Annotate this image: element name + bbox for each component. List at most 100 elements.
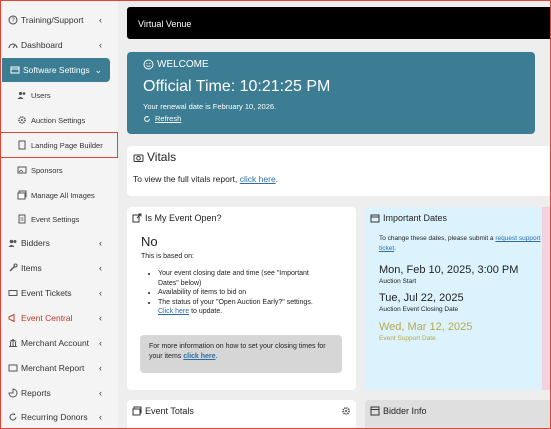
sidebar-item-label: Merchant Account	[21, 338, 90, 348]
bidder-info-title-text: Bidder Info	[383, 406, 427, 416]
sidebar-item-label: Recurring Donors	[21, 412, 88, 422]
vitals-panel: Vitals To view the full vitals report, c…	[127, 146, 551, 196]
sidebar-item-label: Software Settings	[23, 65, 90, 75]
users-icon	[17, 90, 27, 100]
sidebar-subitem-auction-settings[interactable]: Auction Settings	[0, 108, 118, 132]
report-icon	[7, 363, 18, 374]
chevron-left-icon: ‹	[99, 412, 102, 422]
chart-icon	[7, 388, 18, 399]
sidebar-subitem-sponsors[interactable]: Sponsors	[0, 158, 118, 182]
auction-start-label: Auction Start	[379, 278, 417, 285]
sidebar-subitem-label: Manage All Images	[31, 190, 95, 200]
sidebar-item-label: Bidders	[21, 238, 50, 248]
sidebar-item-label: Training/Support	[21, 15, 84, 25]
chevron-left-icon: ‹	[99, 363, 102, 373]
event-open-title-text: Is My Event Open?	[145, 213, 222, 223]
chevron-left-icon: ‹	[99, 263, 102, 273]
vitals-title: Vitals	[133, 150, 176, 164]
dashboard-icon	[7, 40, 18, 51]
top-bar-title: Virtual Venue	[138, 19, 192, 29]
sidebar-subitem-event-settings[interactable]: Event Settings	[0, 207, 118, 231]
sidebar-subitem-label: Sponsors	[31, 165, 63, 175]
sidebar-subitem-users[interactable]: Users	[0, 83, 118, 107]
event-totals-title-text: Event Totals	[145, 406, 194, 416]
wrench-icon	[7, 263, 18, 274]
auction-start-date: Mon, Feb 10, 2025, 3:00 PM	[379, 264, 519, 276]
smile-icon	[143, 59, 154, 70]
important-dates-title: Important Dates	[370, 213, 447, 223]
important-dates-title-text: Important Dates	[383, 213, 448, 223]
closing-date: Tue, Jul 22, 2025	[379, 292, 464, 304]
list-item-text: The status of your "Open Auction Early?"…	[158, 298, 313, 306]
chevron-left-icon: ‹	[99, 238, 102, 248]
ticket-icon	[7, 288, 18, 299]
highlight-box	[0, 132, 118, 158]
sidebar-item-recurring-donors[interactable]: Recurring Donors ‹	[0, 405, 118, 429]
vitals-text-body: To view the full vitals report,	[133, 174, 238, 184]
bidder-info-title: Bidder Info	[370, 406, 427, 416]
bidder-info-card: Bidder Info	[365, 400, 551, 429]
refresh-link-text[interactable]: Refresh	[155, 114, 181, 123]
chevron-left-icon: ‹	[99, 338, 102, 348]
megaphone-icon	[7, 313, 18, 324]
sidebar: ? Training/Support ‹ Dashboard ‹ Softwar…	[0, 0, 118, 429]
sidebar-item-items[interactable]: Items ‹	[0, 256, 118, 280]
event-totals-card: Event Totals	[127, 400, 356, 429]
chevron-left-icon: ‹	[99, 288, 102, 298]
refresh-icon	[143, 115, 151, 123]
sidebar-item-reports[interactable]: Reports ‹	[0, 381, 118, 405]
vitals-text-end: .	[275, 174, 279, 184]
welcome-title: WELCOME	[143, 59, 209, 70]
question-circle-icon: ?	[7, 15, 18, 26]
important-dates-card: Important Dates To change these dates, p…	[365, 207, 551, 390]
stack-icon	[132, 406, 142, 416]
sidebar-item-label: Event Tickets	[21, 288, 72, 298]
update-settings-link[interactable]: Click here	[158, 308, 189, 315]
important-dates-desc: To change these dates, please submit a r…	[379, 234, 551, 254]
sidebar-subitem-manage-all-images[interactable]: Manage All Images	[0, 183, 118, 207]
info-text-end: .	[215, 353, 218, 360]
vitals-report-link[interactable]: click here	[240, 174, 276, 184]
sidebar-item-merchant-report[interactable]: Merchant Report ‹	[0, 356, 118, 380]
chevron-down-icon: ⌄	[94, 65, 102, 75]
event-settings-icon	[17, 214, 27, 224]
event-open-based: This is based on:	[141, 253, 194, 260]
sidebar-item-label: Merchant Report	[21, 363, 85, 373]
people-icon	[7, 238, 18, 249]
refresh-icon	[7, 412, 18, 423]
sidebar-item-dashboard[interactable]: Dashboard ‹	[0, 33, 118, 57]
sidebar-item-label: Reports	[21, 388, 51, 398]
info-text: For more information on how to set your …	[149, 343, 326, 360]
top-bar: Virtual Venue	[127, 7, 551, 39]
info-box-icon	[370, 406, 380, 416]
chevron-left-icon: ‹	[99, 388, 102, 398]
settings-icon	[9, 65, 20, 76]
sidebar-subitem-label: Users	[31, 90, 51, 100]
images-icon	[17, 190, 27, 200]
list-item: The status of your "Open Auction Early?"…	[158, 298, 329, 317]
dates-desc-text: To change these dates, please submit a	[379, 235, 494, 242]
event-open-bullets: Your event closing date and time (see "I…	[149, 269, 329, 317]
calendar-icon	[370, 213, 380, 223]
closing-date-label: Auction Event Closing Date	[379, 306, 459, 313]
sidebar-item-bidders[interactable]: Bidders ‹	[0, 231, 118, 255]
side-strip	[542, 207, 551, 390]
list-item: Your event closing date and time (see "I…	[158, 269, 329, 288]
list-item: Availability of items to bid on	[158, 288, 329, 298]
sidebar-item-merchant-account[interactable]: Merchant Account ‹	[0, 331, 118, 355]
sidebar-item-event-tickets[interactable]: Event Tickets ‹	[0, 281, 118, 305]
refresh-link[interactable]: Refresh	[143, 114, 181, 123]
sidebar-item-training-support[interactable]: ? Training/Support ‹	[0, 8, 118, 32]
closing-times-info: For more information on how to set your …	[140, 335, 342, 373]
chevron-left-icon: ‹	[99, 40, 102, 50]
welcome-title-text: WELCOME	[157, 59, 209, 70]
sidebar-item-software-settings[interactable]: Software Settings ⌄	[2, 58, 110, 82]
sidebar-item-event-central[interactable]: Event Central ‹	[0, 306, 118, 330]
gear-icon[interactable]	[341, 406, 351, 416]
sidebar-item-label: Items	[21, 263, 42, 273]
closing-times-link[interactable]: click here	[183, 353, 215, 360]
event-open-card: Is My Event Open? No This is based on: Y…	[127, 207, 356, 390]
dates-desc-end: .	[394, 245, 396, 252]
event-open-title: Is My Event Open?	[132, 213, 222, 223]
support-date: Wed, Mar 12, 2025	[379, 321, 473, 333]
